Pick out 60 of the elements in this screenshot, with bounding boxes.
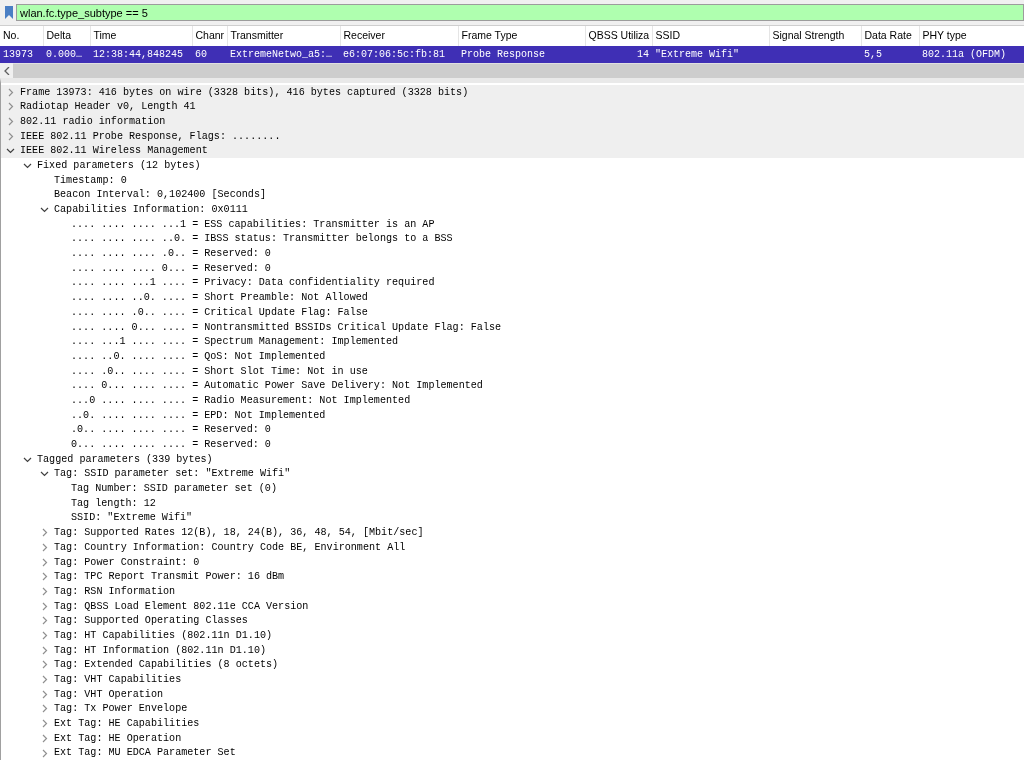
tree-item[interactable]: Tag: Country Information: Country Code BE, Environment All	[54, 539, 406, 555]
tree-item[interactable]: ..0. .... .... .... = EPD: Not Implemented	[71, 407, 326, 423]
tree-item[interactable]: IEEE 802.11 Wireless Management	[20, 143, 208, 159]
tree-item[interactable]: Ext Tag: HE Capabilities	[54, 716, 200, 732]
column-header[interactable]: PHY type	[919, 26, 1024, 46]
tree-item[interactable]: Tag: HT Information (802.11n D1.10)	[54, 642, 266, 658]
column-header[interactable]: Receiver	[340, 26, 458, 46]
tree-item[interactable]: 0... .... .... .... = Reserved: 0	[71, 437, 271, 453]
tree-item[interactable]: .0.. .... .... .... = Reserved: 0	[71, 422, 271, 438]
column-header[interactable]: QBSS Utiliza	[585, 26, 652, 46]
tree-item[interactable]: .... .... .0.. .... = Critical Update Flag: False	[71, 304, 368, 320]
tree-item[interactable]: Tag Number: SSID parameter set (0)	[71, 481, 277, 497]
column-header[interactable]: Chanr	[192, 26, 227, 46]
column-header[interactable]: Frame Type	[458, 26, 585, 46]
tree-item[interactable]: Tag: Power Constraint: 0	[54, 554, 200, 570]
tree-item[interactable]: Tag: QBSS Load Element 802.11e CCA Version	[54, 598, 309, 614]
tree-item[interactable]: .... .... .... ...1 = ESS capabilities: Transmitter is an AP	[71, 216, 435, 232]
column-header[interactable]: Data Rate	[861, 26, 919, 46]
tree-item[interactable]: 802.11 radio information	[20, 113, 166, 130]
tree-item[interactable]: Tag: VHT Operation	[54, 686, 164, 702]
tree-item[interactable]: .... .... ...1 .... = Privacy: Data confidentiality required	[71, 275, 435, 291]
tree-item[interactable]: Capabilities Information: 0x0111	[54, 202, 248, 218]
column-header[interactable]: No.	[0, 26, 43, 46]
tree-item[interactable]: .... .0.. .... .... = Short Slot Time: Not in use	[71, 363, 368, 379]
column-header[interactable]: Delta	[43, 26, 90, 46]
tree-item[interactable]: .... ..0. .... .... = QoS: Not Implemented	[71, 348, 326, 365]
tree-item[interactable]: Beacon Interval: 0,102400 [Seconds]	[54, 187, 266, 203]
display-filter-field[interactable]: wlan.fc.type_subtype == 5	[16, 4, 1024, 21]
tree-item[interactable]: .... .... .... .0.. = Reserved: 0	[71, 246, 271, 262]
tree-item[interactable]: Tag: TPC Report Transmit Power: 16 dBm	[54, 569, 285, 585]
column-header[interactable]: SSID	[652, 26, 769, 46]
tree-item[interactable]: SSID: "Extreme Wifi"	[71, 510, 193, 526]
tree-item[interactable]: Tag: Tx Power Envelope	[54, 701, 188, 717]
tree-item[interactable]: .... 0... .... .... = Automatic Power Save Delivery: Not Implemented	[71, 378, 483, 394]
tree-item[interactable]: Tag: VHT Capabilities	[54, 672, 182, 688]
tree-item[interactable]: Tag: Supported Rates 12(B), 18, 24(B), 36, 48, 54, [Mbit/sec]	[54, 525, 424, 541]
scroll-left-icon[interactable]	[3, 66, 10, 75]
tree-item[interactable]: Tag: RSN Information	[54, 583, 176, 600]
tree-item[interactable]: Tag: HT Capabilities (802.11n D1.10)	[54, 627, 273, 644]
tree-item[interactable]: Tag: Extended Capabilities (8 octets)	[54, 657, 279, 673]
packet-row[interactable]: 13973 0.000… 12:38:44,848245 60 ExtremeNetwo_a5:… e6:07:06:5c:fb:81 Probe Response 14 "Extreme Wifi" 5,5 802.11a (OFDM)	[0, 45, 1024, 63]
column-header[interactable]: Transmitter	[227, 26, 340, 46]
bookmark-icon[interactable]	[5, 6, 13, 19]
tree-item[interactable]: Tagged parameters (339 bytes)	[37, 451, 213, 467]
column-header[interactable]: Time	[90, 26, 192, 46]
tree-item[interactable]: .... .... .... 0... = Reserved: 0	[71, 260, 271, 276]
tree-item[interactable]: Radiotap Header v0, Length 41	[20, 99, 196, 115]
tree-item[interactable]: Tag length: 12	[71, 495, 156, 511]
tree-item[interactable]: ...0 .... .... .... = Radio Measurement: Not Implemented	[71, 392, 411, 409]
tree-item[interactable]: Fixed parameters (12 bytes)	[37, 157, 201, 174]
tree-item[interactable]: Ext Tag: MU EDCA Parameter Set	[54, 745, 236, 760]
tree-item[interactable]: Ext Tag: HE Operation	[54, 730, 182, 746]
tree-item[interactable]: .... ...1 .... .... = Spectrum Management: Implemented	[71, 334, 399, 350]
tree-item[interactable]: .... .... .... ..0. = IBSS status: Transmitter belongs to a BSS	[71, 231, 453, 247]
tree-item[interactable]: Tag: Supported Operating Classes	[54, 613, 248, 629]
tree-item[interactable]: Tag: SSID parameter set: "Extreme Wifi"	[54, 466, 291, 482]
tree-item[interactable]: .... .... 0... .... = Nontransmitted BSSIDs Critical Update Flag: False	[71, 319, 502, 335]
tree-item[interactable]: Timestamp: 0	[54, 172, 127, 188]
tree-item[interactable]: .... .... ..0. .... = Short Preamble: Not Allowed	[71, 290, 368, 306]
column-header[interactable]: Signal Strength	[769, 26, 861, 46]
